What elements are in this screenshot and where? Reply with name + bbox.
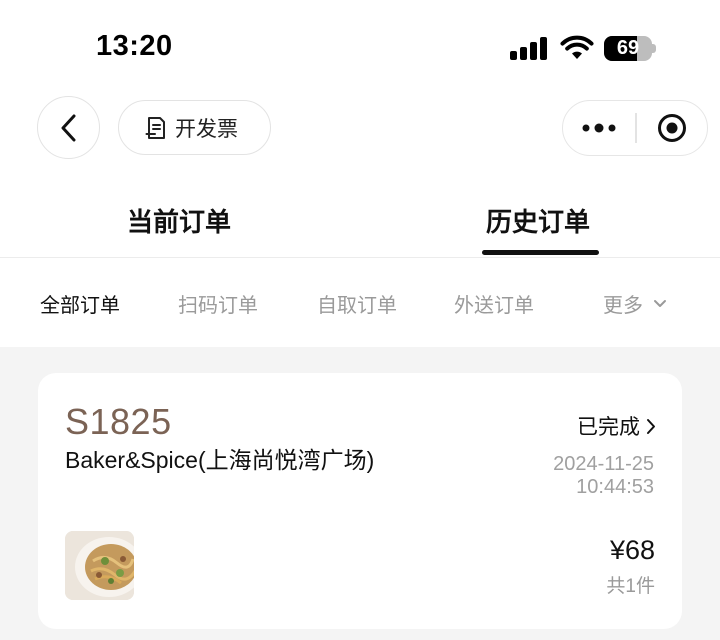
more-options-button[interactable] — [563, 101, 635, 154]
order-list: S1825 Baker&Spice(上海尚悦湾广场) 已完成 2024-11-2… — [0, 347, 720, 640]
filter-all-orders[interactable]: 全部订单 — [40, 289, 120, 318]
chevron-right-icon — [647, 418, 655, 434]
order-price: ¥68 — [609, 535, 655, 565]
battery-icon: 69 — [604, 36, 656, 61]
back-button[interactable] — [37, 96, 100, 159]
tab-current-orders[interactable]: 当前订单 — [127, 202, 231, 239]
filter-delivery-orders[interactable]: 外送订单 — [454, 289, 534, 318]
order-number: S1825 — [65, 401, 172, 442]
order-filter-bar: 全部订单 扫码订单 自取订单 外送订单 更多 — [0, 259, 720, 347]
order-date: 2024-11-25 — [553, 453, 654, 475]
cellular-signal-icon — [510, 37, 548, 60]
more-dots-icon — [582, 123, 616, 132]
status-time: 13:20 — [96, 30, 173, 62]
filter-more-dropdown[interactable]: 更多 — [603, 289, 667, 318]
invoice-button[interactable]: 开发票 — [118, 100, 271, 155]
status-bar: 13:20 69 — [0, 0, 720, 96]
pasta-dish-image — [65, 531, 134, 600]
product-thumbnail — [65, 531, 134, 600]
mini-program-capsule — [562, 100, 708, 156]
close-mini-program-button[interactable] — [637, 101, 707, 154]
chevron-down-icon — [653, 300, 666, 307]
chevron-left-icon — [61, 114, 75, 141]
order-card[interactable]: S1825 Baker&Spice(上海尚悦湾广场) 已完成 2024-11-2… — [38, 373, 682, 629]
order-tabs: 当前订单 历史订单 — [0, 190, 720, 258]
receipt-icon — [145, 116, 165, 139]
order-datetime: 2024-11-25 10:44:53 — [553, 453, 654, 499]
battery-percent: 69 — [616, 37, 640, 59]
wifi-icon — [560, 35, 594, 59]
invoice-label: 开发票 — [175, 117, 238, 141]
active-tab-indicator — [482, 250, 599, 255]
tab-history-orders[interactable]: 历史订单 — [486, 202, 590, 239]
target-icon — [658, 113, 686, 142]
item-count: 共1件 — [606, 576, 655, 597]
order-status-link[interactable]: 已完成 — [577, 411, 656, 441]
filter-more-label: 更多 — [603, 295, 643, 317]
filter-pickup-orders[interactable]: 自取订单 — [317, 289, 397, 318]
order-status: 已完成 — [577, 416, 640, 439]
order-time: 10:44:53 — [576, 476, 654, 498]
filter-scan-orders[interactable]: 扫码订单 — [178, 289, 258, 318]
store-name: Baker&Spice(上海尚悦湾广场) — [65, 447, 375, 473]
